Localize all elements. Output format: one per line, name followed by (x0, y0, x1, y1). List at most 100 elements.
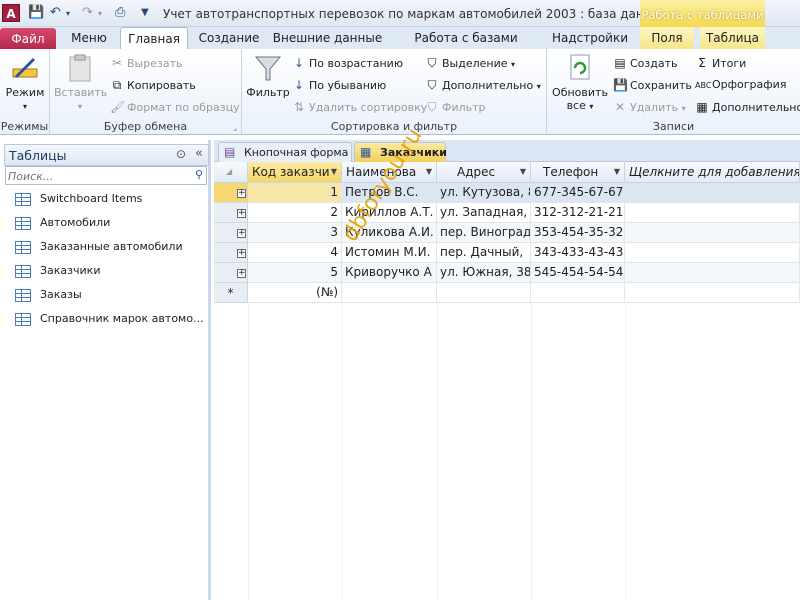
tab-create[interactable]: Создание (193, 27, 265, 49)
sort-descending-icon: ↓ (293, 78, 305, 92)
column-dropdown-icon[interactable]: ▼ (614, 162, 620, 182)
cell-address[interactable]: ул. Кутузова, 8 (437, 183, 531, 203)
cell-phone[interactable]: 353-454-35-32 (531, 223, 625, 243)
column-header-id[interactable]: Код заказчи ▼ (248, 162, 342, 183)
cell-address[interactable]: пер. Дачный, (437, 243, 531, 263)
redo-icon[interactable]: ↷ (82, 5, 93, 20)
copy-button[interactable]: ⧉ Копировать (110, 76, 196, 94)
cell-empty[interactable] (625, 203, 800, 223)
collapse-pane-icon[interactable]: « (195, 146, 203, 161)
undo-dropdown-icon[interactable]: ▾ (66, 9, 70, 18)
dialog-launcher-icon[interactable]: ⌟ (233, 123, 237, 132)
cell-address[interactable]: ул. Южная, 38 (437, 263, 531, 283)
column-dropdown-icon[interactable]: ▼ (331, 162, 337, 182)
select-all-corner[interactable]: ◢ (214, 162, 248, 183)
nav-search-box: ⚲ (5, 166, 207, 185)
paste-button[interactable]: Вставить ▾ (54, 53, 108, 112)
filter-button[interactable]: Фильтр (246, 53, 290, 99)
chevron-circle-icon[interactable]: ⊙ (176, 147, 186, 161)
cell-empty[interactable] (625, 263, 800, 283)
refresh-all-button[interactable]: Обновить все ▾ (551, 53, 609, 112)
totals-button[interactable]: Σ Итоги (695, 54, 746, 72)
remove-sort-button[interactable]: ⇅ Удалить сортировку (292, 98, 427, 116)
new-record-icon: ▤ (614, 56, 626, 70)
new-record-selector[interactable]: * (214, 283, 248, 303)
cell-new-empty[interactable] (625, 283, 800, 303)
selection-filter-icon: ⛉ (427, 56, 437, 70)
cell-phone[interactable]: 343-433-43-43 (531, 243, 625, 263)
tab-table[interactable]: Таблица (700, 27, 765, 49)
save-record-button[interactable]: 💾 Сохранить (613, 76, 692, 94)
nav-item-zakazannye[interactable]: Заказанные автомобили (15, 240, 205, 260)
nav-item-zakazchiki[interactable]: Заказчики (15, 264, 205, 284)
column-header-add-new[interactable]: Щелкните для добавления (625, 162, 800, 183)
tab-home[interactable]: Главная (120, 27, 188, 50)
sort-descending-button[interactable]: ↓ По убыванию (292, 76, 386, 94)
column-dropdown-icon[interactable]: ▼ (520, 162, 526, 182)
access-app-icon[interactable]: A (2, 4, 20, 22)
cell-new-name[interactable] (342, 283, 437, 303)
nav-header[interactable]: Таблицы ⊙ « (4, 144, 209, 166)
cell-phone[interactable]: 312-312-21-21 (531, 203, 625, 223)
cell-id[interactable]: 3 (248, 223, 342, 243)
cell-new-address[interactable] (437, 283, 531, 303)
spelling-button[interactable]: ABCОрфография (695, 76, 786, 94)
redo-dropdown-icon[interactable]: ▾ (98, 9, 102, 18)
toggle-filter-button[interactable]: ⛉ Фильтр (425, 98, 485, 116)
refresh-all-label: все (566, 99, 586, 112)
nav-item-spravochnik[interactable]: Справочник марок автомо... (15, 312, 205, 332)
column-header-address[interactable]: Адрес ▼ (437, 162, 531, 183)
column-header-phone[interactable]: Телефон ▼ (531, 162, 625, 183)
chevron-down-icon: ▾ (589, 102, 594, 111)
cut-button[interactable]: ✂ Вырезать (110, 54, 183, 72)
expand-row-icon[interactable]: + (237, 269, 246, 278)
cell-phone[interactable]: 677-345-67-67 (531, 183, 625, 203)
paste-label: Вставить (54, 86, 108, 99)
cell-address[interactable]: ул. Западная, (437, 203, 531, 223)
nav-search-input[interactable] (8, 169, 188, 183)
cell-new-phone[interactable] (531, 283, 625, 303)
cell-empty[interactable] (625, 183, 800, 203)
cell-name[interactable]: Истомин М.И. (342, 243, 437, 263)
save-icon[interactable]: 💾 (28, 5, 44, 20)
doc-tab-switchboard[interactable]: ▤ Кнопочная форма (218, 142, 352, 162)
view-mode-button[interactable]: Режим ▾ (3, 53, 47, 112)
advanced-filter-button[interactable]: ⛉ Дополнительно ▾ (425, 76, 540, 94)
copy-icon: ⧉ (112, 78, 122, 92)
cell-address[interactable]: пер. Виноград (437, 223, 531, 243)
nav-item-switchboard[interactable]: Switchboard Items (15, 192, 205, 212)
delete-record-button[interactable]: ✕ Удалить ▾ (613, 98, 686, 116)
cell-empty[interactable] (625, 243, 800, 263)
selection-button[interactable]: ⛉ Выделение ▾ (425, 54, 515, 72)
print-icon[interactable]: ⎙ (115, 5, 125, 20)
format-painter-button[interactable]: 🖌 Формат по образцу (110, 98, 240, 116)
tab-file[interactable]: Файл (0, 28, 56, 49)
cell-empty[interactable] (625, 223, 800, 243)
nav-item-zakazy[interactable]: Заказы (15, 288, 205, 308)
tab-addins[interactable]: Надстройки (548, 27, 632, 49)
tab-fields[interactable]: Поля (640, 27, 694, 49)
tab-database-tools[interactable]: Работа с базами данных (390, 27, 542, 67)
spelling-label: Орфография (712, 78, 787, 91)
cell-id[interactable]: 5 (248, 263, 342, 283)
tab-external-data[interactable]: Внешние данные (270, 27, 385, 49)
cell-id[interactable]: 4 (248, 243, 342, 263)
sort-ascending-button[interactable]: ↓ По возрастанию (292, 54, 403, 72)
more-records-button[interactable]: ▦ Дополнительно (695, 98, 800, 116)
customize-toolbar-icon[interactable]: ▼ (141, 7, 149, 18)
expand-row-icon[interactable]: + (237, 249, 246, 258)
cell-id[interactable]: 2 (248, 203, 342, 223)
tab-menu[interactable]: Меню (62, 27, 116, 49)
undo-icon[interactable]: ↶ (50, 5, 61, 20)
search-icon[interactable]: ⚲ (195, 168, 203, 181)
column-dropdown-icon[interactable]: ▼ (426, 162, 432, 182)
cell-id[interactable]: 1 (248, 183, 342, 203)
expand-row-icon[interactable]: + (237, 189, 246, 198)
new-record-button[interactable]: ▤ Создать (613, 54, 677, 72)
nav-item-avtomobili[interactable]: Автомобили (15, 216, 205, 236)
cell-name[interactable]: Криворучко А (342, 263, 437, 283)
expand-row-icon[interactable]: + (237, 229, 246, 238)
cell-phone[interactable]: 545-454-54-54 (531, 263, 625, 283)
cell-new-id[interactable]: (№) (248, 283, 342, 303)
expand-row-icon[interactable]: + (237, 209, 246, 218)
